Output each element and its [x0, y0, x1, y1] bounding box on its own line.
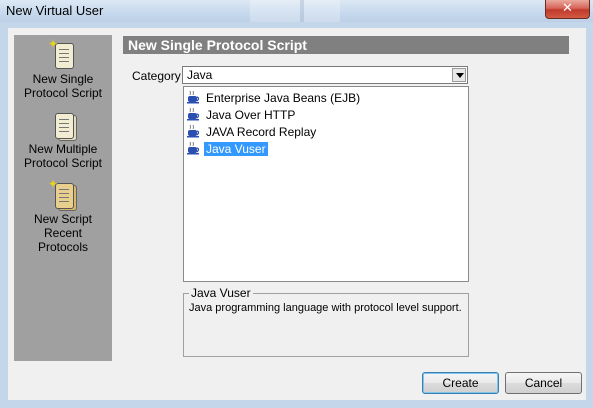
title-bar-background-glow — [250, 0, 340, 22]
recent-script-icon: ✦ — [48, 178, 78, 212]
list-item-java-over-http[interactable]: Java Over HTTP — [187, 107, 297, 124]
list-item-enterprise-java-beans[interactable]: Enterprise Java Beans (EJB) — [187, 90, 362, 107]
list-item-java-record-replay[interactable]: JAVA Record Replay — [187, 124, 318, 141]
description-text: Java programming language with protocol … — [189, 302, 462, 314]
java-cup-icon — [187, 107, 201, 121]
list-item-java-vuser[interactable]: Java Vuser — [187, 141, 268, 158]
close-button[interactable]: ✕ — [545, 0, 590, 19]
category-dropdown[interactable]: Java — [182, 66, 468, 84]
category-label: Category : — [132, 69, 188, 83]
dialog-body: ✦ New Single Protocol Script New Multiple… — [8, 28, 586, 400]
sidebar-item-label: New Single Protocol Script — [23, 72, 103, 100]
section-header: New Single Protocol Script — [123, 36, 569, 54]
java-cup-icon — [187, 90, 201, 104]
description-group: Java Vuser Java programming language wit… — [183, 286, 469, 357]
title-bar-background-line — [300, 0, 304, 22]
sidebar-item-label: New Script Recent Protocols — [33, 212, 92, 254]
list-item-label: JAVA Record Replay — [206, 125, 317, 139]
cancel-button[interactable]: Cancel — [505, 372, 582, 394]
category-value: Java — [187, 68, 213, 82]
multi-script-icon — [48, 110, 78, 142]
list-item-label: Enterprise Java Beans (EJB) — [206, 91, 361, 105]
sidebar-item-new-single-protocol-script[interactable]: ✦ New Single Protocol Script — [14, 38, 112, 100]
list-item-label: Java Vuser — [204, 142, 268, 156]
chevron-down-icon[interactable] — [452, 68, 466, 82]
close-icon: ✕ — [562, 1, 573, 16]
sidebar-item-new-multiple-protocol-script[interactable]: New Multiple Protocol Script — [14, 110, 112, 170]
java-cup-icon — [187, 141, 201, 155]
title-bar: New Virtual User ✕ — [0, 0, 593, 22]
sidebar-item-label: New Multiple Protocol Script — [23, 142, 103, 170]
protocol-list[interactable]: Enterprise Java Beans (EJB) Java Over HT… — [183, 86, 469, 282]
description-title: Java Vuser — [189, 286, 253, 300]
window-title: New Virtual User — [6, 3, 104, 18]
sidebar: ✦ New Single Protocol Script New Multiple… — [14, 35, 112, 361]
list-item-label: Java Over HTTP — [206, 108, 296, 122]
script-icon: ✦ — [48, 38, 78, 72]
java-cup-icon — [187, 124, 201, 138]
sidebar-item-new-script-recent-protocols[interactable]: ✦ New Script Recent Protocols — [14, 178, 112, 254]
create-button[interactable]: Create — [422, 372, 499, 394]
